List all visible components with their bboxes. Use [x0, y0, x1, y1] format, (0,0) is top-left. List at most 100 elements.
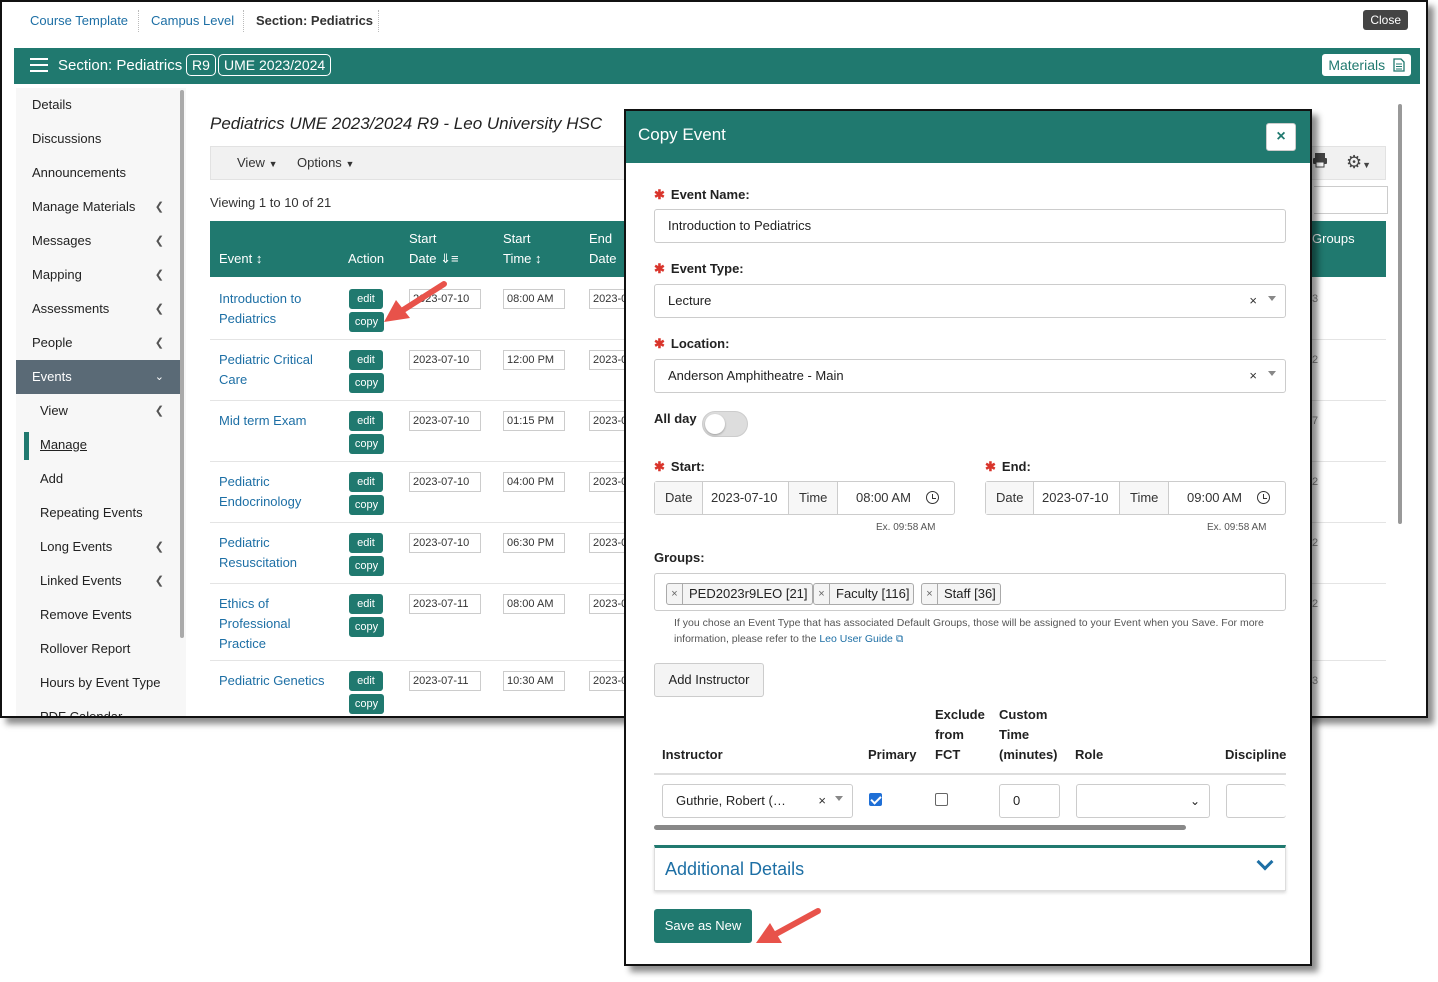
sidebar-item-view[interactable]: View ❮	[16, 394, 182, 428]
group-tag[interactable]: × Staff [36]	[921, 583, 1001, 605]
event-link[interactable]: Pediatric Endocrinology	[219, 472, 339, 512]
page-scrollbar[interactable]	[1398, 104, 1402, 524]
print-icon[interactable]	[1312, 152, 1328, 168]
location-select[interactable]: Anderson Amphitheatre - Main ×	[654, 359, 1286, 393]
sidebar-item-manage-materials[interactable]: Manage Materials ❮	[16, 190, 182, 224]
discipline-select[interactable]	[1226, 784, 1286, 818]
start-time-input[interactable]: 12:00 PM	[503, 350, 565, 370]
start-time-input[interactable]: 04:00 PM	[503, 472, 565, 492]
table-search-input[interactable]	[1314, 186, 1388, 214]
edit-button[interactable]: edit	[349, 533, 383, 553]
edit-button[interactable]: edit	[349, 671, 383, 691]
edit-button[interactable]: edit	[349, 411, 383, 431]
instructor-select[interactable]: Guthrie, Robert (… ×	[662, 784, 853, 818]
event-type-select[interactable]: Lecture ×	[654, 284, 1286, 318]
start-time-input[interactable]: 08:00 AM	[503, 594, 565, 614]
sidebar-item-repeating-events[interactable]: Repeating Events	[16, 496, 182, 530]
sidebar-item-people[interactable]: People ❮	[16, 326, 182, 360]
event-name-input[interactable]: Introduction to Pediatrics	[654, 209, 1286, 243]
additional-details-panel[interactable]: Additional Details	[654, 845, 1286, 891]
sidebar-item-events[interactable]: Events ⌄	[16, 360, 182, 394]
view-dropdown[interactable]: View ▼	[237, 155, 278, 170]
sidebar-item-assessments[interactable]: Assessments ❮	[16, 292, 182, 326]
end-date-input[interactable]: 2023-0	[589, 411, 629, 431]
edit-button[interactable]: edit	[349, 472, 383, 492]
close-button[interactable]: Close	[1363, 10, 1408, 30]
materials-button[interactable]: Materials	[1321, 53, 1412, 77]
end-date-input[interactable]: 2023-0	[589, 472, 629, 492]
exclude-fct-checkbox[interactable]	[935, 793, 948, 806]
group-tag[interactable]: × Faculty [116]	[813, 583, 915, 605]
sidebar-scrollbar[interactable]	[180, 90, 184, 638]
copy-button[interactable]: copy	[349, 694, 384, 714]
col-event[interactable]: Event ↕	[219, 249, 262, 269]
save-as-new-button[interactable]: Save as New	[654, 909, 752, 943]
user-guide-link[interactable]: Leo User Guide ⧉	[819, 633, 903, 645]
copy-button[interactable]: copy	[349, 434, 384, 454]
sidebar-item-linked-events[interactable]: Linked Events ❮	[16, 564, 182, 598]
sidebar-item-rollover-report[interactable]: Rollover Report	[16, 632, 182, 666]
start-date-input[interactable]: 2023-07-10	[409, 411, 481, 431]
end-time-input[interactable]: 09:00 AM	[1174, 482, 1252, 514]
breadcrumb-course-template[interactable]: Course Template	[30, 13, 128, 28]
sidebar-item-messages[interactable]: Messages ❮	[16, 224, 182, 258]
col-groups[interactable]: Groups	[1312, 229, 1355, 249]
close-icon[interactable]: ×	[1266, 123, 1296, 151]
copy-button[interactable]: copy	[349, 495, 384, 515]
start-date-input[interactable]: 2023-07-10	[409, 472, 481, 492]
sidebar-item-add[interactable]: Add	[16, 462, 182, 496]
col-end-date[interactable]: End Date	[589, 229, 616, 269]
role-select[interactable]: ⌄	[1076, 784, 1210, 818]
col-start-time[interactable]: Start Time ↕	[503, 229, 542, 269]
breadcrumb-campus-level[interactable]: Campus Level	[151, 13, 234, 28]
start-date-input[interactable]: 2023-07-11	[409, 671, 481, 691]
end-date-input[interactable]: 2023-0	[589, 671, 629, 691]
clock-icon[interactable]	[926, 491, 939, 504]
primary-checkbox[interactable]	[869, 793, 882, 806]
event-link[interactable]: Pediatric Genetics	[219, 671, 339, 691]
copy-button[interactable]: copy	[349, 373, 384, 393]
sidebar-item-details[interactable]: Details	[16, 88, 182, 122]
event-link[interactable]: Introduction to Pediatrics	[219, 289, 339, 329]
end-date-input[interactable]: 2023-0	[589, 350, 629, 370]
end-date-input[interactable]: 2023-0	[589, 594, 629, 614]
sidebar-item-announcements[interactable]: Announcements	[16, 156, 182, 190]
start-time-input[interactable]: 06:30 PM	[503, 533, 565, 553]
end-date-input[interactable]: 2023-07-10	[1038, 482, 1120, 514]
start-time-input[interactable]: 08:00 AM	[503, 289, 565, 309]
sidebar-item-discussions[interactable]: Discussions	[16, 122, 182, 156]
event-link[interactable]: Ethics of Professional Practice	[219, 594, 339, 654]
sidebar-item-long-events[interactable]: Long Events ❮	[16, 530, 182, 564]
copy-button[interactable]: copy	[349, 617, 384, 637]
end-date-input[interactable]: 2023-0	[589, 533, 629, 553]
sidebar-item-mapping[interactable]: Mapping ❮	[16, 258, 182, 292]
instructor-table-scrollbar[interactable]	[654, 825, 1186, 830]
sidebar-item-hours-by-event-type[interactable]: Hours by Event Type	[16, 666, 182, 700]
sidebar-item-pdf-calendar[interactable]: PDF Calendar	[16, 700, 182, 716]
start-time-input[interactable]: 01:15 PM	[503, 411, 565, 431]
col-start-date[interactable]: Start Date ⇓≡	[409, 229, 459, 269]
all-day-toggle[interactable]	[702, 411, 748, 437]
groups-multiselect[interactable]: × PED2023r9LEO [21] × Faculty [116] × Staff…	[654, 573, 1286, 611]
start-date-input[interactable]: 2023-07-10	[409, 350, 481, 370]
clock-icon[interactable]	[1257, 491, 1270, 504]
event-link[interactable]: Pediatric Critical Care	[219, 350, 339, 390]
end-date-input[interactable]: 2023-0	[589, 289, 629, 309]
sidebar-item-remove-events[interactable]: Remove Events	[16, 598, 182, 632]
start-date-input[interactable]: 2023-07-11	[409, 594, 481, 614]
add-instructor-button[interactable]: Add Instructor	[654, 663, 764, 697]
group-tag[interactable]: × PED2023r9LEO [21]	[666, 583, 813, 605]
gear-icon[interactable]: ⚙▼	[1346, 152, 1371, 173]
chevron-down-icon[interactable]	[1256, 853, 1274, 871]
event-link[interactable]: Pediatric Resuscitation	[219, 533, 339, 573]
start-date-input[interactable]: 2023-07-10	[409, 533, 481, 553]
edit-button[interactable]: edit	[349, 594, 383, 614]
start-time-input[interactable]: 08:00 AM	[843, 482, 921, 514]
event-link[interactable]: Mid term Exam	[219, 411, 339, 431]
custom-time-input[interactable]: 0	[999, 784, 1060, 818]
copy-button[interactable]: copy	[349, 556, 384, 576]
edit-button[interactable]: edit	[349, 350, 383, 370]
options-dropdown[interactable]: Options ▼	[297, 155, 354, 170]
start-date-input[interactable]: 2023-07-10	[707, 482, 789, 514]
hamburger-menu-icon[interactable]	[30, 58, 48, 72]
